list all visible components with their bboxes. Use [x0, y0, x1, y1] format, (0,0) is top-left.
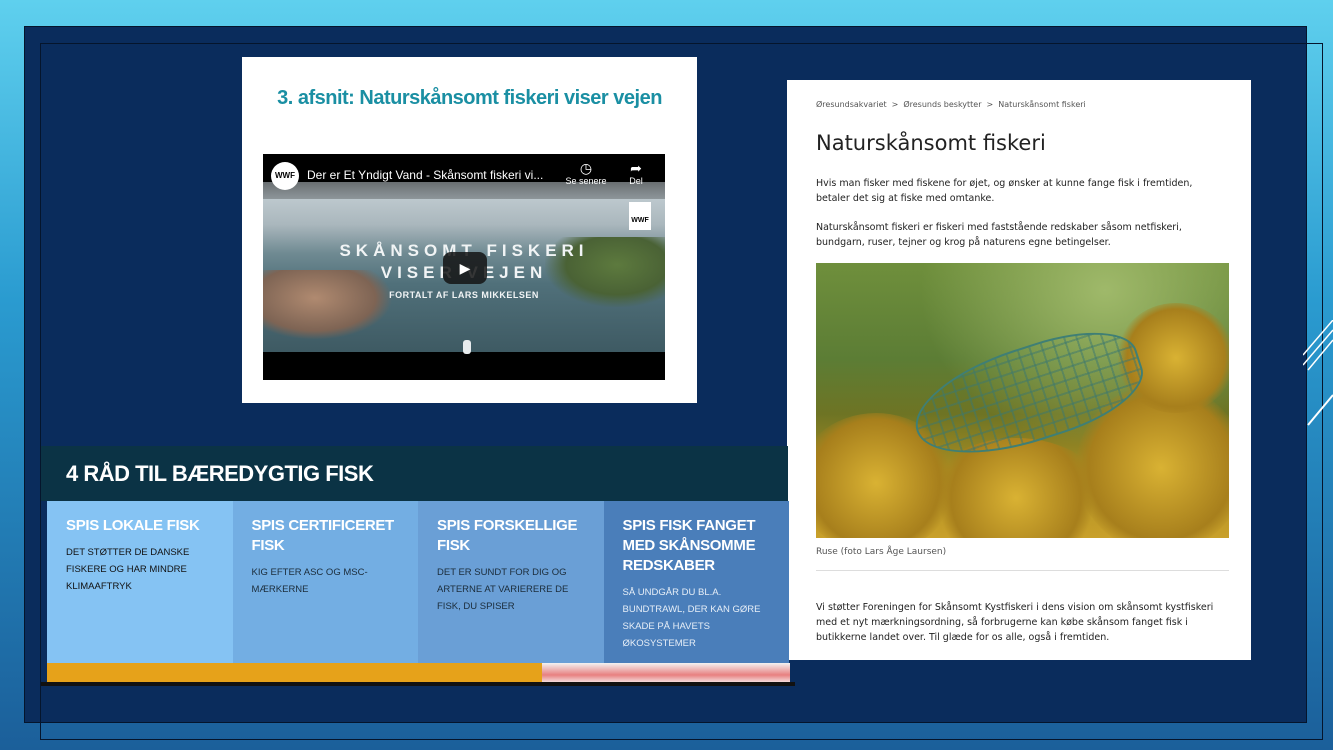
watch-later-label: Se senere: [565, 176, 607, 186]
article-paragraph-3: Vi støtter Foreningen for Skånsomt Kystf…: [816, 602, 1214, 643]
breadcrumb-link-section[interactable]: Øresunds beskytter: [903, 100, 981, 109]
image-caption: Ruse (foto Lars Åge Laursen): [816, 547, 947, 557]
clock-icon: ◷: [579, 160, 593, 176]
card-body: DET STØTTER DE DANSKE FISKERE OG HAR MIN…: [66, 547, 190, 592]
watch-later-button[interactable]: ◷ Se senere: [561, 160, 611, 186]
article-paragraph-2: Naturskånsomt fiskeri er fiskeri med fas…: [816, 222, 1182, 248]
advice-header: 4 RÅD TIL BÆREDYGTIG FISK: [41, 446, 788, 501]
video-top-bar: WWF Der er Et Yndigt Vand - Skånsomt fis…: [263, 154, 665, 199]
card-heading: SPIS CERTIFICERET FISK: [251, 517, 395, 554]
thumbnail-boat: [463, 340, 471, 354]
advice-cards: SPIS LOKALE FISK DET STØTTER DE DANSKE F…: [47, 501, 789, 663]
card-body: SÅ UNDGÅR DU BL.A. BUNDTRAWL, DER KAN GØ…: [622, 587, 761, 649]
wwf-badge: WWF: [629, 202, 651, 230]
fish-trap-photo: [816, 263, 1229, 538]
youtube-video-player[interactable]: WWF Der er Et Yndigt Vand - Skånsomt fis…: [263, 154, 665, 380]
share-arrow-icon: ➦: [630, 160, 642, 176]
video-overlay-subtitle: FORTALT AF LARS MIKKELSEN: [389, 290, 539, 300]
breadcrumb-link-home[interactable]: Øresundsakvariet: [816, 100, 887, 109]
card-heading: SPIS FORSKELLIGE FISK: [437, 517, 578, 554]
card-body: DET ER SUNDT FOR DIG OG ARTERNE AT VARIE…: [437, 567, 569, 612]
video-title-link[interactable]: Der er Et Yndigt Vand - Skånsomt fiskeri…: [307, 168, 557, 182]
breadcrumb: Øresundsakvariet > Øresunds beskytter > Natu…: [816, 100, 1086, 109]
advice-card-gentle-gear: SPIS FISK FANGET MED SKÅNSOMME REDSKABER…: [603, 501, 789, 663]
play-icon: ▶: [459, 260, 471, 276]
share-label: Del: [629, 176, 643, 186]
video-panel: 3. afsnit: Naturskånsomt fiskeri viser v…: [242, 57, 697, 403]
article-panel: Øresundsakvariet > Øresunds beskytter > Natu…: [787, 80, 1251, 660]
advice-card-certified-fish: SPIS CERTIFICERET FISK KIG EFTER ASC OG …: [232, 501, 418, 663]
footer-strip-orange: [47, 663, 542, 683]
advice-card-local-fish: SPIS LOKALE FISK DET STØTTER DE DANSKE F…: [47, 501, 233, 663]
breadcrumb-separator: >: [986, 100, 994, 109]
decorative-lines: [1303, 320, 1333, 426]
card-heading: SPIS FISK FANGET MED SKÅNSOMME REDSKABER: [622, 517, 756, 574]
article-paragraph-1: Hvis man fisker med fiskene for øjet, og…: [816, 178, 1193, 204]
video-heading: 3. afsnit: Naturskånsomt fiskeri viser v…: [277, 87, 662, 109]
breadcrumb-separator: >: [891, 100, 899, 109]
channel-logo[interactable]: WWF: [271, 162, 299, 190]
share-button[interactable]: ➦ Del: [611, 160, 661, 186]
divider: [816, 570, 1229, 571]
play-button[interactable]: ▶: [443, 252, 487, 284]
footer-strip-photo: [542, 663, 790, 683]
card-body: KIG EFTER ASC OG MSC-MÆRKERNE: [251, 567, 368, 595]
article-title: Naturskånsomt fiskeri: [816, 131, 1046, 155]
bottom-bar: [41, 682, 795, 686]
breadcrumb-current: Naturskånsomt fiskeri: [998, 100, 1086, 109]
card-heading: SPIS LOKALE FISK: [66, 517, 200, 534]
advice-card-varied-fish: SPIS FORSKELLIGE FISK DET ER SUNDT FOR D…: [418, 501, 604, 663]
advice-title: 4 RÅD TIL BÆREDYGTIG FISK: [66, 461, 374, 486]
